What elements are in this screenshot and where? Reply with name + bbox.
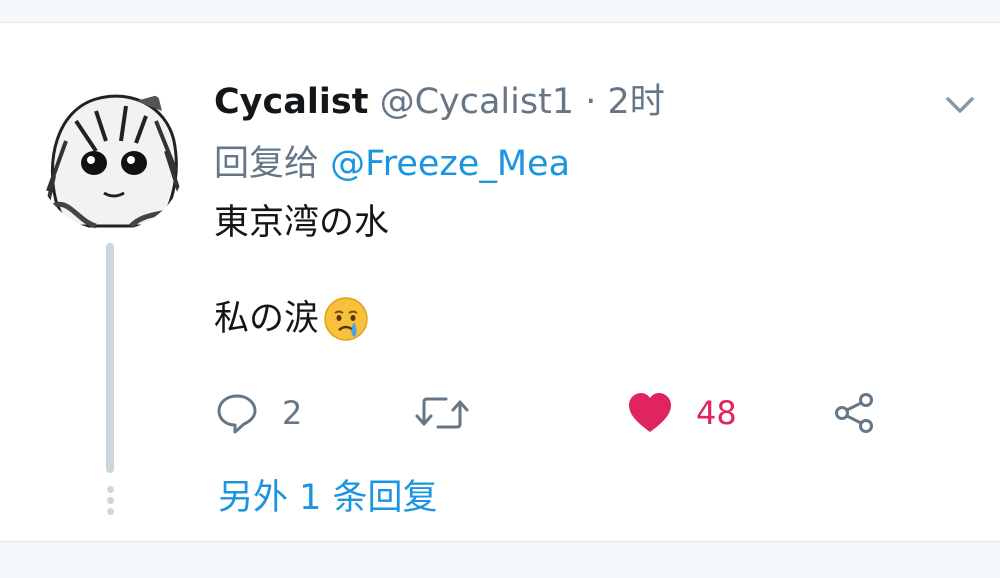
heart-icon bbox=[629, 393, 671, 432]
tweet-header: Cycalist @Cycalist1 · 2时 bbox=[214, 79, 665, 125]
tweet-text: 東京湾の水 私の涙 bbox=[214, 199, 389, 343]
avatar-image bbox=[36, 81, 186, 231]
tweet-actions: 2 48 bbox=[214, 385, 914, 441]
reply-count: 2 bbox=[282, 394, 303, 432]
reply-mention-link[interactable]: @Freeze_Mea bbox=[330, 144, 570, 184]
retweet-button[interactable] bbox=[414, 385, 470, 441]
caret-down-icon[interactable] bbox=[942, 89, 978, 121]
thread-line bbox=[106, 243, 114, 473]
retweet-icon bbox=[415, 397, 469, 429]
like-button[interactable]: 48 bbox=[626, 385, 737, 441]
reply-icon bbox=[217, 394, 257, 434]
tweet-card[interactable]: Cycalist @Cycalist1 · 2时 回复给 @Freeze_Mea… bbox=[0, 22, 1000, 542]
tweet-text-line-2: 私の涙 bbox=[214, 299, 320, 339]
avatar[interactable] bbox=[36, 81, 186, 231]
reply-button[interactable]: 2 bbox=[214, 385, 302, 441]
separator: · bbox=[585, 82, 597, 122]
show-more-replies-link[interactable]: 另外 1 条回复 bbox=[218, 475, 438, 521]
share-button[interactable] bbox=[832, 385, 878, 441]
tweet-text-line-1: 東京湾の水 bbox=[214, 203, 390, 243]
display-name[interactable]: Cycalist bbox=[214, 82, 368, 122]
reply-prefix: 回复给 bbox=[214, 144, 320, 184]
tweet-text-line-2-wrapper: 私の涙 bbox=[214, 295, 389, 343]
user-handle[interactable]: @Cycalist1 bbox=[380, 82, 575, 122]
reply-context: 回复给 @Freeze_Mea bbox=[214, 141, 570, 187]
timestamp[interactable]: 2时 bbox=[608, 82, 665, 122]
thread-dots bbox=[104, 486, 116, 519]
crying-face-emoji-icon bbox=[323, 296, 369, 342]
like-count: 48 bbox=[696, 394, 737, 432]
share-icon bbox=[835, 393, 873, 433]
